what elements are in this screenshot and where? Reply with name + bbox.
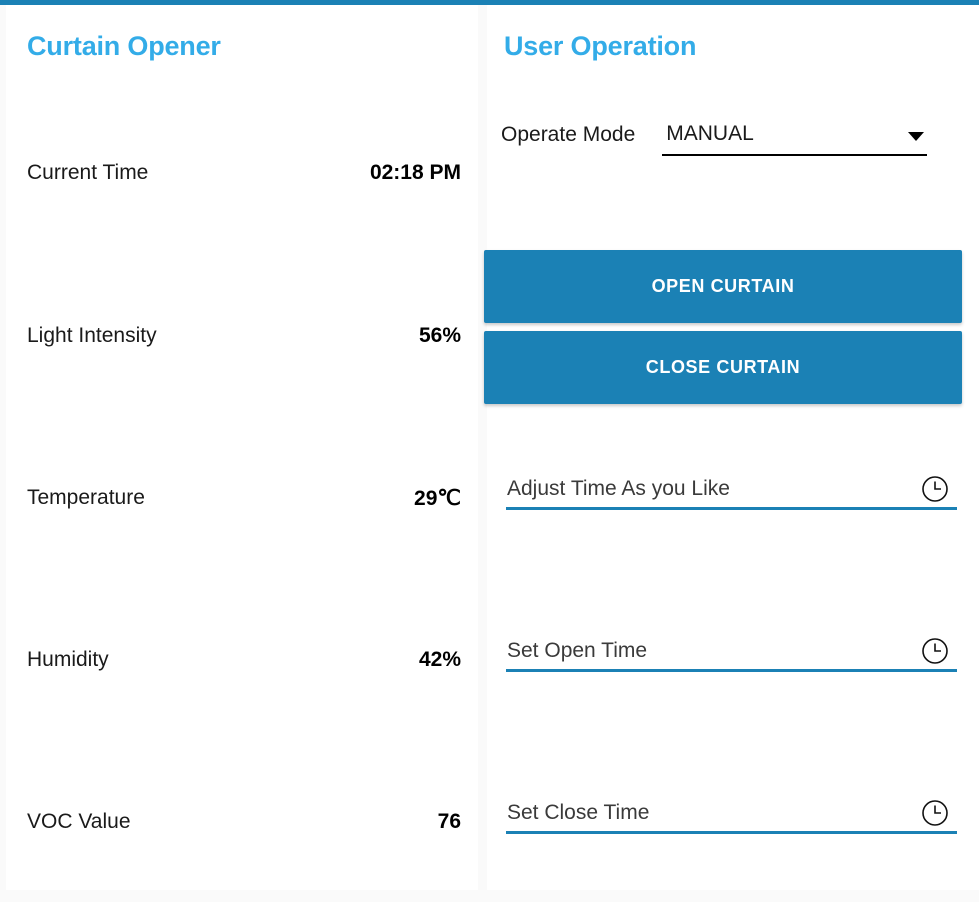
sensor-label: Temperature: [27, 486, 145, 509]
panel-divider: [478, 5, 487, 890]
user-operation-panel: User Operation Operate Mode MANUAL: [487, 5, 979, 890]
operate-mode-label: Operate Mode: [501, 123, 636, 146]
sensor-label: Light Intensity: [27, 324, 157, 347]
curtain-opener-panel: Curtain Opener Current Time 02:18 PM Lig…: [6, 5, 478, 890]
sensor-value: 29℃: [414, 486, 461, 510]
sensor-value: 02:18 PM: [369, 161, 461, 184]
sensor-row-current-time: Current Time 02:18 PM: [27, 159, 461, 187]
sensor-value: 76: [437, 810, 461, 833]
sensor-value: 42%: [418, 648, 461, 671]
curtain-opener-app: Curtain Opener Current Time 02:18 PM Lig…: [0, 0, 979, 902]
sensor-label: Humidity: [27, 648, 109, 671]
adjust-time-field[interactable]: Adjust Time As you Like: [506, 470, 957, 510]
sensor-row-voc-value: VOC Value 76: [27, 808, 461, 836]
page-title: Curtain Opener: [27, 31, 221, 61]
chevron-down-icon: [908, 132, 925, 141]
sensor-row-light-intensity: Light Intensity 56%: [27, 322, 461, 350]
adjust-time-text: Adjust Time As you Like: [507, 476, 730, 500]
sensor-label: VOC Value: [27, 810, 131, 833]
sensor-row-humidity: Humidity 42%: [27, 646, 461, 674]
sensor-value: 56%: [418, 324, 461, 347]
clock-icon[interactable]: [921, 475, 949, 503]
set-close-time-text: Set Close Time: [507, 800, 650, 824]
operate-mode-value: MANUAL: [666, 122, 754, 145]
clock-icon[interactable]: [921, 637, 949, 665]
sensor-label: Current Time: [27, 161, 149, 184]
operate-mode-select[interactable]: MANUAL: [662, 120, 928, 156]
set-open-time-field[interactable]: Set Open Time: [506, 632, 957, 672]
open-curtain-button[interactable]: OPEN CURTAIN: [484, 250, 962, 323]
set-close-time-field[interactable]: Set Close Time: [506, 794, 957, 834]
user-operation-title: User Operation: [504, 31, 697, 61]
panels-container: Curtain Opener Current Time 02:18 PM Lig…: [6, 5, 979, 890]
sensor-row-temperature: Temperature 29℃: [27, 484, 461, 512]
close-curtain-button[interactable]: CLOSE CURTAIN: [484, 331, 962, 404]
clock-icon[interactable]: [921, 799, 949, 827]
operate-mode-row: Operate Mode MANUAL: [501, 120, 966, 158]
set-open-time-text: Set Open Time: [507, 638, 648, 662]
